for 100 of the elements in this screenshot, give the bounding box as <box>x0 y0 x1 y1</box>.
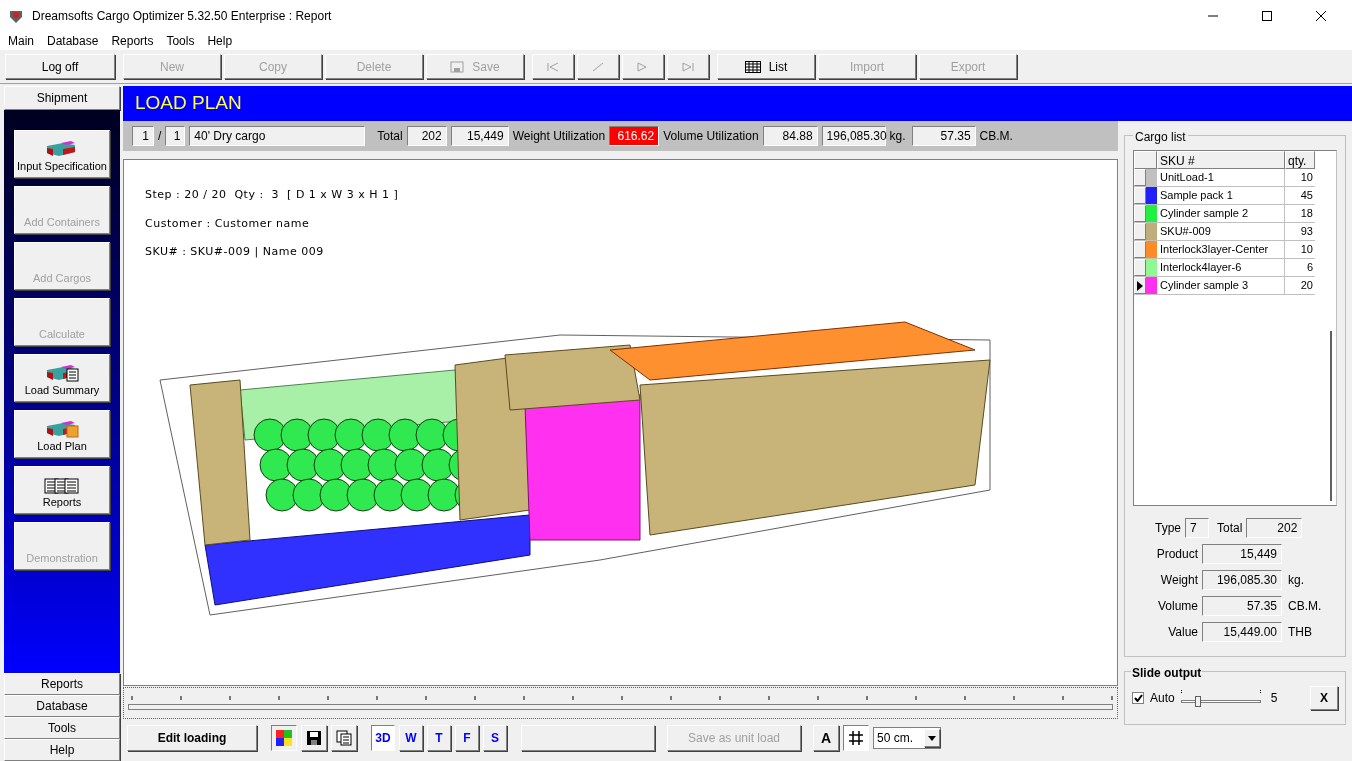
copy-icon <box>336 730 352 746</box>
last-icon <box>682 61 694 72</box>
grid-icon <box>849 731 863 745</box>
plan-info-text: Step : 20 / 20 Qty : 3 [ D 1 x W 3 x H 1 ] <box>145 187 399 203</box>
window-title: Dreamsofts Cargo Optimizer 5.32.50 Enterprise : Report <box>32 8 332 25</box>
sku-cell: Sample pack 1 <box>1157 187 1285 204</box>
sidebar-section[interactable]: Help <box>4 739 120 761</box>
output-slider[interactable] <box>1180 688 1261 708</box>
edit-loading-button[interactable]: Edit loading <box>127 725 257 751</box>
plan-info-text: Customer : Customer name <box>145 215 311 232</box>
page-header: LOAD PLAN <box>123 86 1352 121</box>
plan-info-text: SKU# : SKU#-009 | Name 009 <box>145 244 325 260</box>
color-button[interactable] <box>271 725 297 751</box>
view-button[interactable]: 3D <box>371 725 395 751</box>
auto-checkbox[interactable] <box>1132 692 1144 704</box>
menu-item[interactable]: Database <box>47 32 99 50</box>
first-icon <box>547 61 559 72</box>
table-icon <box>744 60 761 73</box>
save-image-button[interactable] <box>301 725 327 751</box>
volume-utilization-label: Volume Utilization <box>663 128 759 145</box>
cargo-row[interactable]: Cylinder sample 2 18 <box>1134 205 1315 223</box>
toolbar-button[interactable]: List <box>717 54 815 79</box>
slider-thumb[interactable] <box>1195 696 1202 707</box>
column-header[interactable]: qty. <box>1285 151 1315 169</box>
weight-utilization-field: 616.62 <box>609 126 660 146</box>
summary-label: Weight <box>1159 572 1198 589</box>
type-label: Type <box>1154 520 1181 537</box>
view-button[interactable]: S <box>483 725 507 751</box>
auto-label: Auto <box>1150 690 1175 707</box>
cargo-row[interactable]: UnitLoad-1 10 <box>1134 169 1315 187</box>
next-icon <box>637 61 649 72</box>
sku-cell: Cylinder sample 2 <box>1157 205 1285 222</box>
cargo-row[interactable]: SKU#-009 93 <box>1134 223 1315 241</box>
sidebar-button[interactable]: Reports <box>14 466 110 514</box>
check-icon <box>1133 694 1143 702</box>
save-icon <box>450 60 465 73</box>
column-header[interactable]: SKU # <box>1157 151 1285 169</box>
separator-label: / <box>158 128 162 145</box>
copy-button[interactable] <box>331 725 357 751</box>
unit-label: CB.M. <box>1288 598 1322 615</box>
sku-cell: Cylinder sample 3 <box>1157 277 1285 294</box>
container-name-field: 40' Dry cargo <box>189 126 366 146</box>
menu-item[interactable]: Reports <box>111 32 154 50</box>
cargo-row[interactable]: Cylinder sample 3 20 <box>1134 277 1315 295</box>
sidebar-button[interactable]: Input Specification <box>14 130 110 178</box>
sidebar-section[interactable]: Database <box>4 695 120 717</box>
total-field: 202 <box>1246 518 1303 538</box>
view-button[interactable]: W <box>399 725 423 751</box>
menu-item[interactable]: Tools <box>166 32 195 50</box>
font-button[interactable]: A <box>813 725 839 751</box>
weight-field: 196,085.30 <box>821 126 886 146</box>
sidebar-tab[interactable]: Shipment <box>4 86 120 110</box>
toolbar-button[interactable]: Log off <box>5 54 115 79</box>
cargo-row[interactable]: Interlock4layer-6 6 <box>1134 259 1315 277</box>
type-field: 7 <box>1185 518 1209 538</box>
unit-label: kg. <box>1288 572 1304 589</box>
total-label: Total <box>377 128 403 145</box>
app-icon <box>8 8 24 24</box>
menu-item[interactable]: Help <box>207 32 233 50</box>
cargo-row[interactable]: Sample pack 1 45 <box>1134 187 1315 205</box>
summary-field: 57.35 <box>1202 596 1282 616</box>
previous-icon <box>592 61 604 72</box>
summary-field: 15,449 <box>1202 544 1282 564</box>
volume-field: 57.35 <box>911 126 976 146</box>
unit-label: THB <box>1288 624 1312 641</box>
scale-dropdown[interactable]: 50 cm. <box>873 727 941 749</box>
product-field: 15,449 <box>450 126 509 146</box>
sku-cell: Interlock4layer-6 <box>1157 259 1285 276</box>
menu-item[interactable]: Main <box>8 32 34 50</box>
row-indicator[interactable] <box>1134 277 1146 294</box>
color-grid-icon <box>276 730 292 746</box>
summary-field: 15,449.00 <box>1202 622 1282 642</box>
close-output-button[interactable]: X <box>1310 686 1338 710</box>
summary-label: Product <box>1155 546 1198 563</box>
weight-utilization-label: Weight Utilization <box>512 128 606 145</box>
sidebar-section[interactable]: Reports <box>4 673 120 695</box>
total-field: 202 <box>406 126 447 146</box>
close-icon <box>1316 11 1326 21</box>
documents-icon <box>44 477 80 494</box>
cargo-row[interactable]: Interlock3layer-Center 10 <box>1134 241 1315 259</box>
sidebar-button[interactable]: Load Plan <box>14 410 110 458</box>
view-button[interactable]: F <box>455 725 479 751</box>
qty-cell-text: 20 <box>1299 278 1314 293</box>
container-index-field: 1 <box>132 126 154 146</box>
container-count-field: 1 <box>165 126 186 146</box>
volume-utilization-field: 84.88 <box>762 126 818 146</box>
sku-cell: SKU#-009 <box>1157 223 1285 240</box>
view-button[interactable]: T <box>427 725 451 751</box>
summary-field: 196,085.30 <box>1202 570 1282 590</box>
sku-cell: Interlock3layer-Center <box>1157 241 1285 258</box>
qty-cell-text: 18 <box>1299 206 1314 221</box>
sidebar-button[interactable]: Load Summary <box>14 354 110 402</box>
volume-unit-label: CB.M. <box>979 128 1013 145</box>
sidebar-section[interactable]: Tools <box>4 717 120 739</box>
dropdown-arrow-icon <box>928 735 936 741</box>
grid-toggle[interactable] <box>843 725 869 751</box>
total-label: Total <box>1217 520 1243 537</box>
current-row-icon <box>1137 280 1143 291</box>
weight-unit-label: kg. <box>889 128 906 145</box>
maximize-icon <box>1262 11 1272 21</box>
